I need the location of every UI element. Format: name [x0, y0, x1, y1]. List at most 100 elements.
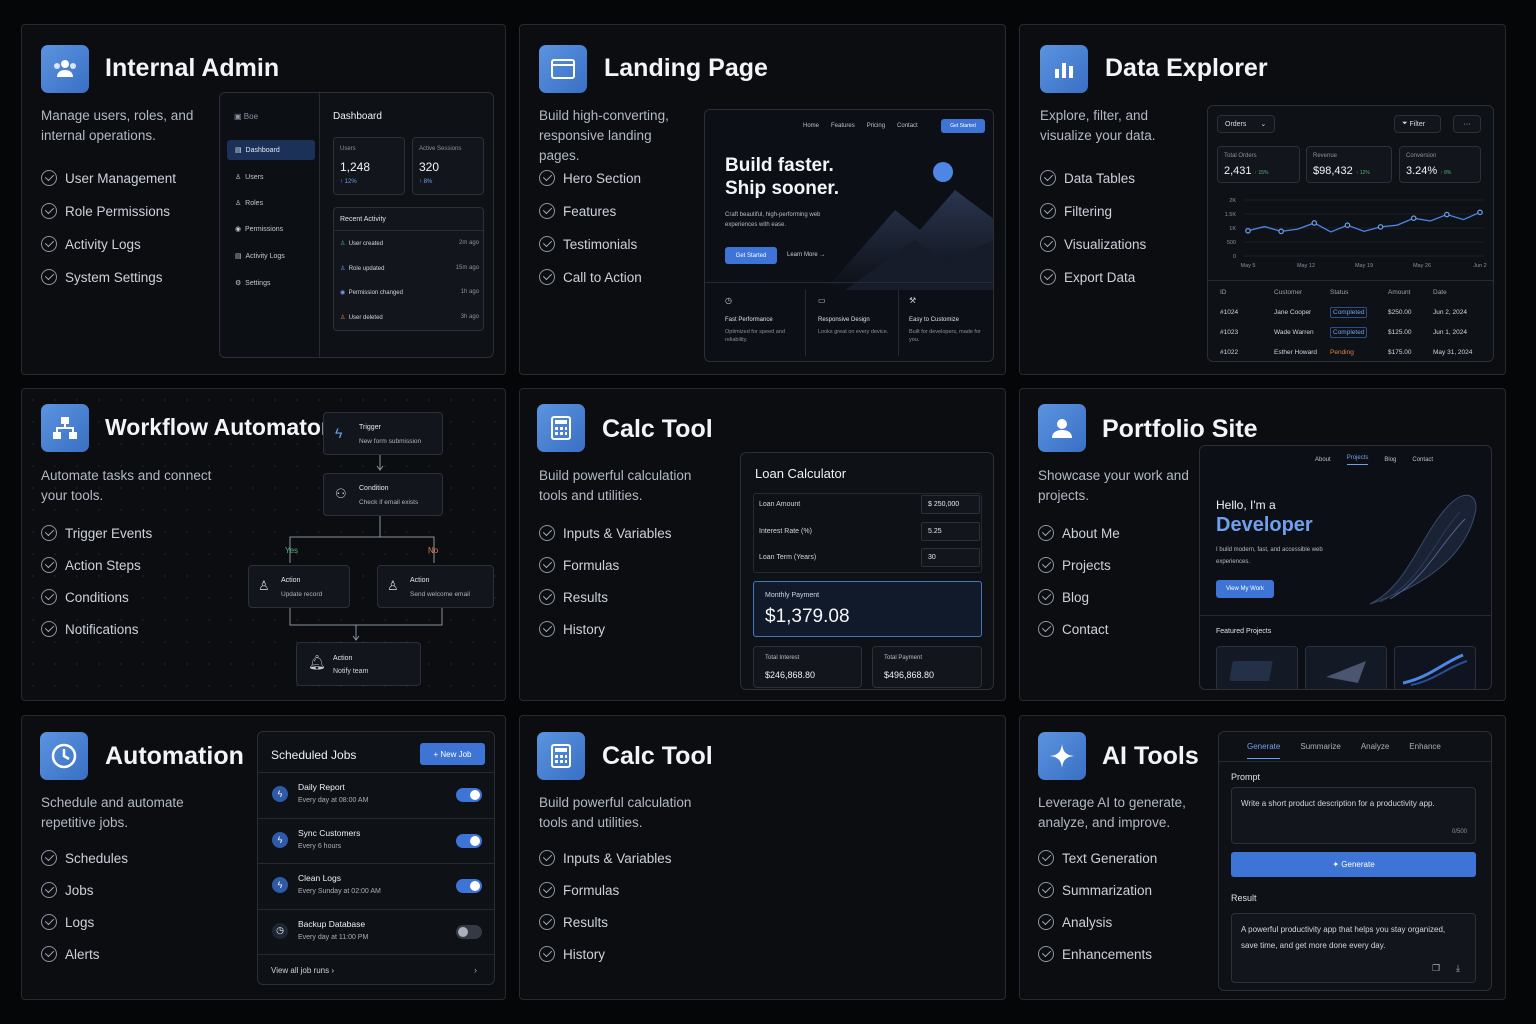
nav-link[interactable]: Contact	[897, 123, 918, 129]
action-node[interactable]: ♙ Action Send welcome email	[377, 565, 494, 608]
check-icon	[41, 269, 57, 285]
hero-greeting: Hello, I'm a	[1216, 498, 1276, 512]
stat-card: Revenue $98,432 ↑ 12%	[1306, 146, 1392, 183]
gear-icon: ⚙	[235, 280, 246, 287]
sidebar-item-dashboard[interactable]: ▤ Dashboard	[227, 140, 315, 160]
check-icon	[539, 621, 555, 637]
tab-summarize[interactable]: Summarize	[1300, 742, 1340, 751]
sidebar-item-roles[interactable]: ♙ Roles	[235, 199, 263, 207]
featured-projects-label: Featured Projects	[1216, 628, 1272, 635]
view-work-button[interactable]: View My Work	[1216, 580, 1274, 598]
feature-column: ◷ Fast Performance Optimized for speed a…	[725, 296, 805, 344]
column-header: Amount	[1388, 289, 1411, 296]
job-toggle[interactable]	[456, 833, 482, 848]
ai-tabs: Generate Summarize Analyze Enhance	[1219, 732, 1491, 762]
download-icon[interactable]: ⤓	[1456, 963, 1460, 974]
job-toggle[interactable]	[456, 924, 482, 939]
monthly-payment-result: Monthly Payment $1,379.08	[753, 581, 982, 637]
browser-window-icon	[539, 45, 587, 93]
nav-link[interactable]: Home	[803, 123, 819, 129]
loan-calculator-mock: Loan Calculator Loan Amount Interest Rat…	[740, 452, 994, 690]
users-icon	[41, 45, 89, 93]
table-header: ID Customer Status Amount Date	[1208, 286, 1493, 304]
nav-link[interactable]: Projects	[1346, 455, 1369, 465]
calculator-icon	[537, 404, 585, 452]
job-schedule: Every day at 08:00 AM	[298, 797, 369, 804]
y-tick-label: 500	[1227, 240, 1236, 246]
interest-rate-input[interactable]	[921, 522, 980, 541]
column-header: Status	[1330, 289, 1349, 296]
y-tick-label: 2K	[1229, 198, 1236, 204]
prompt-input[interactable]: Write a short product description for a …	[1231, 787, 1476, 844]
table-cell: #1023	[1220, 329, 1239, 336]
project-thumbnail[interactable]	[1305, 646, 1387, 689]
project-thumbnail[interactable]	[1216, 646, 1298, 689]
job-schedule: Every 6 hours	[298, 842, 342, 850]
sidebar-item-permissions[interactable]: ◉ Permissions	[235, 225, 283, 233]
job-toggle[interactable]	[456, 879, 482, 893]
card-title: Data Explorer	[1105, 54, 1268, 82]
view-all-runs-link[interactable]: View all job runs ›	[271, 966, 334, 975]
nav-link[interactable]: About	[1315, 457, 1331, 463]
more-button[interactable]: ···	[1453, 115, 1481, 133]
tab-enhance[interactable]: Enhance	[1409, 742, 1441, 751]
job-row[interactable]: ϟ Sync Customers Every 6 hours	[258, 817, 494, 863]
tab-analyze[interactable]: Analyze	[1361, 742, 1389, 751]
card-portfolio-site: Portfolio Site Showcase your work and pr…	[1019, 388, 1506, 701]
condition-icon: ⚇	[335, 486, 347, 501]
check-icon	[539, 914, 555, 930]
job-row[interactable]: ◷ Backup Database Every day at 11:00 PM	[258, 908, 494, 954]
job-row[interactable]: ϟ Clean Logs Every Sunday at 02:00 AM	[258, 863, 494, 908]
get-started-button[interactable]: Get Started	[725, 247, 777, 264]
new-job-button[interactable]: + New Job	[420, 743, 485, 765]
portfolio-nav: About Projects Blog Contact	[1315, 455, 1433, 465]
check-icon	[1038, 557, 1054, 573]
calculator-icon	[537, 732, 585, 780]
data-point	[1477, 209, 1483, 216]
card-calc-tool: Calc Tool Build powerful calculation too…	[519, 388, 1006, 701]
loan-amount-input[interactable]	[921, 495, 980, 514]
char-counter: 0/500	[1451, 829, 1467, 835]
nav-link[interactable]: Blog	[1384, 457, 1396, 463]
condition-node[interactable]: ⚇ Condition Check if email exists	[323, 473, 443, 516]
trigger-node[interactable]: ϟ Trigger New form submission	[323, 412, 443, 455]
nav-link[interactable]: Pricing	[867, 123, 885, 129]
generate-button[interactable]: ✦ Generate	[1231, 852, 1476, 877]
y-tick-label: 1K	[1229, 226, 1236, 232]
table-row[interactable]: #1022 Esther Howard Pending $175.00 May 31, …	[1208, 346, 1493, 361]
y-tick-label: 1.5K	[1225, 212, 1237, 218]
table-cell: May 31, 2024	[1433, 349, 1473, 356]
sidebar-item-activity-logs[interactable]: ▤ Activity Logs	[235, 252, 285, 260]
chevron-right-icon[interactable]: ›	[474, 965, 477, 975]
field-label: Loan Term (Years)	[759, 554, 817, 561]
check-icon	[41, 203, 57, 219]
sidebar-item-settings[interactable]: ⚙ Settings	[235, 279, 270, 287]
feature-item: Inputs & Variables	[539, 850, 672, 866]
action-node[interactable]: ♙ Action Update record	[248, 565, 350, 608]
feature-list: Inputs & Variables Formulas Results Hist…	[539, 525, 672, 637]
nav-link[interactable]: Features	[831, 123, 855, 129]
job-toggle[interactable]	[456, 788, 482, 802]
nav-cta-button[interactable]: Get Started	[941, 119, 985, 133]
loan-term-input[interactable]	[921, 548, 980, 567]
bar-chart-icon	[1040, 45, 1088, 93]
sidebar-item-users[interactable]: ♙ Users	[235, 173, 263, 181]
check-icon	[41, 882, 57, 898]
learn-more-link[interactable]: Learn More →	[787, 252, 825, 258]
tab-generate[interactable]: Generate	[1247, 734, 1281, 759]
filter-button[interactable]: ⏷ Filter	[1394, 115, 1441, 133]
project-thumbnail[interactable]	[1394, 646, 1476, 689]
job-row[interactable]: ϟ Daily Report Every day at 08:00 AM	[258, 772, 494, 817]
card-description: Explore, filter, and visualize your data…	[1040, 108, 1156, 143]
orders-select[interactable]: Orders ⌄	[1217, 115, 1275, 133]
table-row[interactable]: #1024 Jane Cooper Completed $250.00 Jun 2, 2…	[1208, 306, 1493, 324]
table-row[interactable]: #1023 Wade Warren Completed $125.00 Jun 1, 2…	[1208, 326, 1493, 344]
copy-icon[interactable]: ❐	[1432, 963, 1440, 974]
action-node[interactable]: 🔔︎ Action Notify team	[296, 642, 421, 686]
x-tick-label: May 5	[1241, 263, 1256, 269]
grid-icon: ▤	[235, 147, 246, 154]
card-title: Automation	[105, 742, 244, 770]
log-icon: ▤	[235, 253, 246, 260]
nav-link[interactable]: Contact	[1412, 457, 1433, 463]
table-cell: #1022	[1220, 349, 1239, 356]
